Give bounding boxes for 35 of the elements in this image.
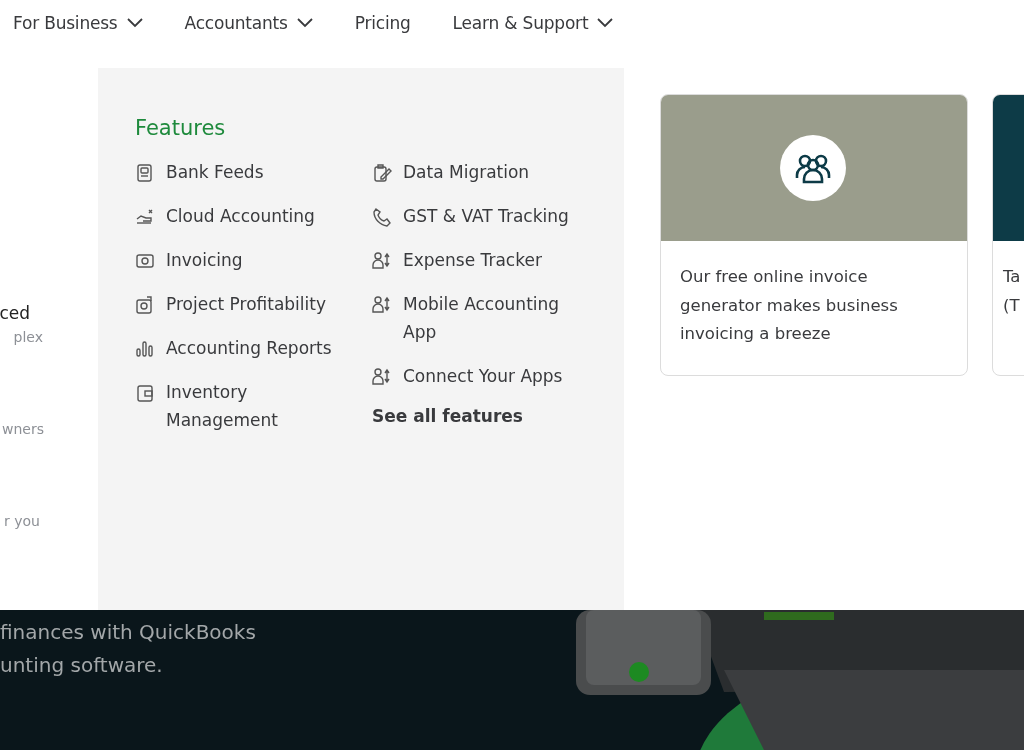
people-icon <box>372 367 392 387</box>
nav-link[interactable]: Learn & Support <box>452 13 614 33</box>
feature-link[interactable]: Cloud Accounting <box>166 202 356 230</box>
nav-link[interactable]: Pricing <box>354 13 411 33</box>
feature-link[interactable]: Expense Tracker <box>403 246 593 274</box>
hero-text: finances with QuickBooks unting software. <box>0 619 256 679</box>
feature-link[interactable]: Project Profitability <box>166 290 356 318</box>
feature-link[interactable]: Data Migration <box>403 158 593 186</box>
feature-link[interactable]: Mobile Accounting App <box>403 290 593 346</box>
clipboard-icon <box>372 163 392 183</box>
see-all-link[interactable]: See all features <box>372 406 609 426</box>
wallet-icon <box>135 383 155 403</box>
menu-item-title: ced <box>0 303 30 323</box>
phone-icon <box>372 207 392 227</box>
feature-link[interactable]: GST & VAT Tracking <box>403 202 593 230</box>
nav-link[interactable]: Accountants <box>184 13 313 33</box>
promo-card[interactable]: Ta (T <box>992 94 1024 376</box>
feature-link[interactable]: Bank Feeds <box>166 158 356 186</box>
feature-link[interactable]: Invoicing <box>166 246 356 274</box>
bar-chart-icon <box>135 339 155 359</box>
nav-link[interactable]: For Business <box>13 13 143 33</box>
menu-item-description: r you <box>4 513 40 529</box>
promo-card[interactable]: Our free online invoice generator makes business invoicing a breeze <box>660 94 968 376</box>
card-text: Our free online invoice generator makes business invoicing a breeze <box>680 266 899 345</box>
feature-link[interactable]: Connect Your Apps <box>403 362 593 390</box>
section-heading: Features <box>135 116 227 140</box>
menu-item-description: plex <box>13 329 43 345</box>
people-icon <box>372 251 392 271</box>
feature-link[interactable]: Accounting Reports <box>166 334 356 362</box>
people-icon <box>372 295 392 315</box>
receipt-icon <box>135 163 155 183</box>
feature-link[interactable]: Inventory Management <box>166 378 356 434</box>
banknote-icon <box>135 251 155 271</box>
menu-item-description: wners <box>2 421 44 437</box>
card-text: Ta (T <box>1003 266 1022 317</box>
